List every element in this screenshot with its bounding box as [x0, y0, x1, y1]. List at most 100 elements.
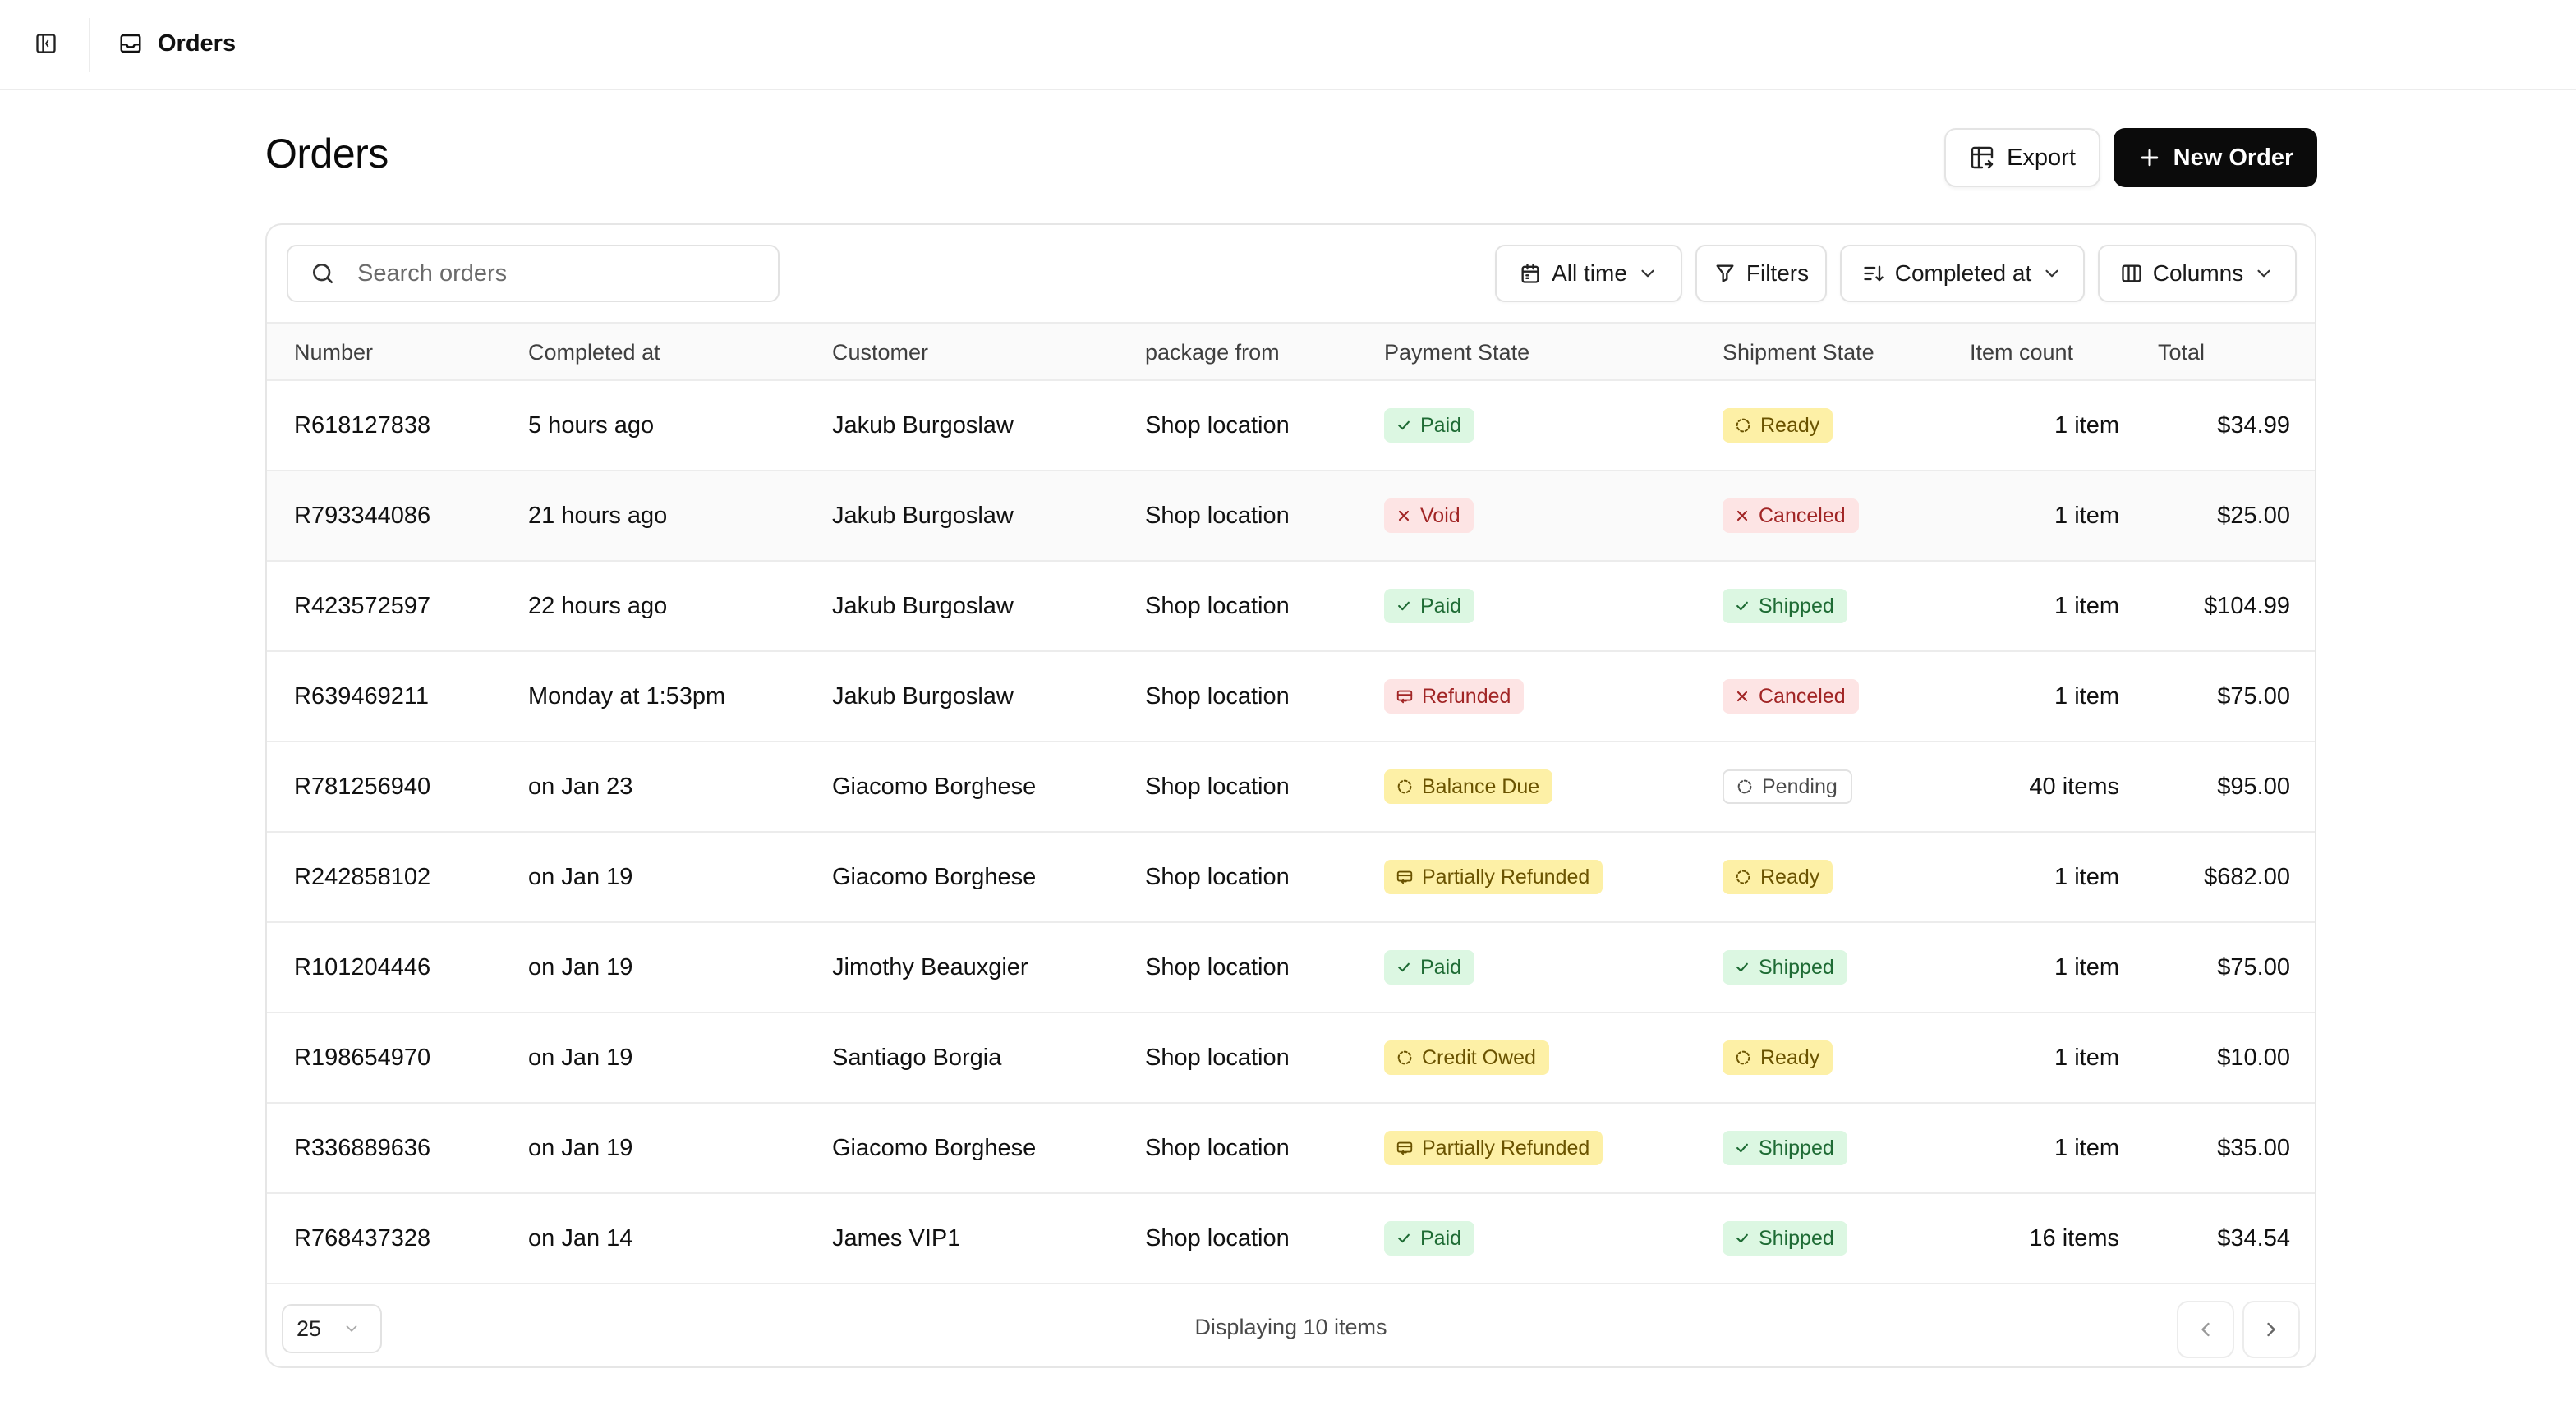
- search-input[interactable]: [357, 259, 752, 287]
- order-total: $35.00: [2217, 1134, 2290, 1161]
- sidebar-toggle-button[interactable]: [30, 27, 62, 60]
- order-number[interactable]: R781256940: [294, 742, 430, 831]
- sidebar-icon: [36, 34, 56, 53]
- shipment-state-label: Shipped: [1759, 594, 1834, 618]
- sort-dropdown[interactable]: Completed at: [1840, 245, 2085, 302]
- table-row[interactable]: R423572597 22 hours ago Jakub Burgoslaw Sho…: [267, 562, 2315, 652]
- shipment-state-badge: Shipped: [1723, 950, 1847, 985]
- column-header-package-from[interactable]: package from: [1145, 324, 1280, 381]
- package-from: Shop location: [1145, 1224, 1290, 1251]
- top-bar: Orders: [0, 0, 2576, 90]
- completed-at: on Jan 14: [528, 1224, 633, 1251]
- shipment-state-label: Canceled: [1759, 503, 1846, 527]
- order-number[interactable]: R768437328: [294, 1194, 430, 1283]
- table-toolbar: All time Filters Completed at Columns: [267, 225, 2315, 322]
- shipment-state-badge: Shipped: [1723, 589, 1847, 623]
- completed-at: 22 hours ago: [528, 592, 668, 619]
- column-header-total[interactable]: Total: [2158, 324, 2205, 381]
- order-total: $34.54: [2217, 1224, 2290, 1251]
- search-box[interactable]: [287, 245, 780, 302]
- export-button-label: Export: [2007, 144, 2076, 171]
- chevron-down-icon: [1641, 269, 1654, 278]
- table-row[interactable]: R242858102 on Jan 19 Giacomo Borghese Shop …: [267, 833, 2315, 923]
- package-from: Shop location: [1145, 953, 1290, 980]
- customer-name: Jakub Burgoslaw: [832, 411, 1014, 439]
- item-count: 40 items: [2029, 773, 2119, 800]
- payment-state-label: Paid: [1420, 594, 1462, 618]
- column-header-number[interactable]: Number: [294, 324, 373, 381]
- check-icon: [1734, 959, 1750, 976]
- column-header-shipment-state[interactable]: Shipment State: [1723, 324, 1874, 381]
- order-number[interactable]: R242858102: [294, 833, 430, 921]
- payment-state-label: Paid: [1420, 413, 1462, 437]
- completed-at: on Jan 19: [528, 1044, 633, 1071]
- next-page-button[interactable]: [2242, 1301, 2300, 1358]
- previous-page-button[interactable]: [2177, 1301, 2234, 1358]
- order-total: $10.00: [2217, 1044, 2290, 1071]
- chevron-down-icon: [2257, 269, 2270, 278]
- orders-table-card: All time Filters Completed at Columns Nu…: [265, 223, 2316, 1368]
- check-icon: [1396, 1230, 1412, 1247]
- shipment-state-label: Ready: [1760, 1045, 1820, 1069]
- columns-icon: [2122, 264, 2141, 282]
- payment-state-cell: Paid: [1384, 562, 1475, 650]
- calendar-icon: [1521, 264, 1539, 283]
- new-order-button[interactable]: New Order: [2114, 128, 2317, 187]
- order-number[interactable]: R618127838: [294, 381, 430, 470]
- table-row[interactable]: R618127838 5 hours ago Jakub Burgoslaw Shop…: [267, 381, 2315, 471]
- column-header-completed-at[interactable]: Completed at: [528, 324, 660, 381]
- order-number[interactable]: R336889636: [294, 1104, 430, 1192]
- dashed-circle-icon: [1396, 1049, 1414, 1067]
- order-number[interactable]: R639469211: [294, 652, 429, 741]
- table-export-icon: [1971, 146, 1994, 169]
- table-row[interactable]: R336889636 on Jan 19 Giacomo Borghese Shop …: [267, 1104, 2315, 1194]
- close-icon: [1734, 688, 1750, 705]
- order-number[interactable]: R198654970: [294, 1013, 430, 1102]
- order-number[interactable]: R101204446: [294, 923, 430, 1012]
- completed-at: on Jan 19: [528, 1134, 633, 1161]
- completed-at: 21 hours ago: [528, 502, 668, 529]
- breadcrumb-title: Orders: [158, 30, 237, 57]
- page-title: Orders: [265, 131, 389, 177]
- customer-name: Jimothy Beauxgier: [832, 953, 1028, 980]
- payment-state-badge: Paid: [1384, 950, 1475, 985]
- export-button[interactable]: Export: [1944, 128, 2100, 187]
- item-count: 16 items: [2029, 1224, 2119, 1251]
- completed-at: on Jan 23: [528, 773, 633, 800]
- columns-dropdown[interactable]: Columns: [2098, 245, 2297, 302]
- table-row[interactable]: R768437328 on Jan 14 James VIP1 Shop locati…: [267, 1194, 2315, 1284]
- item-count: 1 item: [2054, 502, 2119, 529]
- item-count: 1 item: [2054, 953, 2119, 980]
- package-from: Shop location: [1145, 1044, 1290, 1071]
- completed-at: Monday at 1:53pm: [528, 682, 726, 710]
- order-number[interactable]: R793344086: [294, 471, 430, 560]
- item-count: 1 item: [2054, 1044, 2119, 1071]
- filters-button[interactable]: Filters: [1695, 245, 1827, 302]
- column-header-customer[interactable]: Customer: [832, 324, 928, 381]
- inbox-icon: [120, 34, 141, 53]
- customer-name: Jakub Burgoslaw: [832, 592, 1014, 619]
- table-row[interactable]: R793344086 21 hours ago Jakub Burgoslaw Sho…: [267, 471, 2315, 562]
- time-range-dropdown[interactable]: All time: [1495, 245, 1682, 302]
- column-header-payment-state[interactable]: Payment State: [1384, 324, 1530, 381]
- order-total: $104.99: [2204, 592, 2290, 619]
- order-total: $95.00: [2217, 773, 2290, 800]
- chevron-down-icon: [2045, 269, 2058, 278]
- order-number[interactable]: R423572597: [294, 562, 430, 650]
- item-count: 1 item: [2054, 682, 2119, 710]
- table-row[interactable]: R781256940 on Jan 23 Giacomo Borghese Shop …: [267, 742, 2315, 833]
- breadcrumb: Orders: [118, 25, 236, 62]
- package-from: Shop location: [1145, 502, 1290, 529]
- table-row[interactable]: R101204446 on Jan 19 Jimothy Beauxgier Shop…: [267, 923, 2315, 1013]
- payment-state-badge: Paid: [1384, 408, 1475, 443]
- page-size-select[interactable]: 25: [282, 1304, 382, 1353]
- payment-state-cell: Partially Refunded: [1384, 1104, 1603, 1192]
- table-row[interactable]: R639469211 Monday at 1:53pm Jakub Burgosla…: [267, 652, 2315, 742]
- payment-state-cell: Refunded: [1384, 652, 1525, 741]
- shipment-state-badge: Canceled: [1723, 679, 1859, 714]
- package-from: Shop location: [1145, 863, 1290, 890]
- column-header-item-count[interactable]: Item count: [1970, 324, 2073, 381]
- package-from: Shop location: [1145, 592, 1290, 619]
- order-total: $682.00: [2204, 863, 2290, 890]
- table-row[interactable]: R198654970 on Jan 19 Santiago Borgia Shop l…: [267, 1013, 2315, 1104]
